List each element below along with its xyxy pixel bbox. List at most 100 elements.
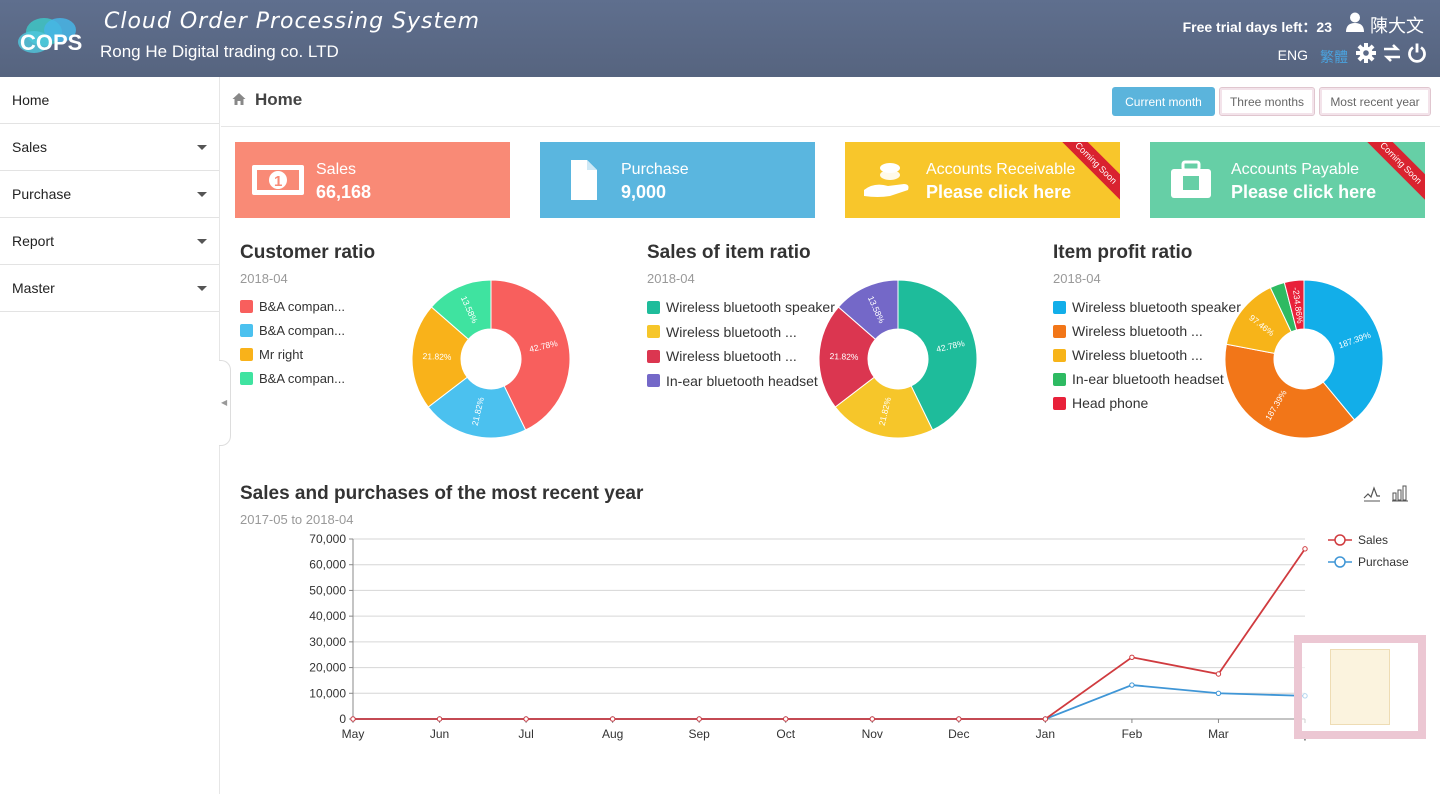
range-three-months-button[interactable]: Three months bbox=[1219, 87, 1315, 116]
sales-purchases-line-chart[interactable]: 70,000 60,000 50,000 40,000 30,000 20,000 10,0… bbox=[290, 528, 1320, 748]
bar-chart-icon[interactable] bbox=[1391, 484, 1409, 502]
legend-swatch bbox=[1053, 324, 1066, 338]
user-name[interactable]: 陳大文 bbox=[1370, 12, 1424, 38]
briefcase-money-icon bbox=[1171, 160, 1211, 198]
legend-item[interactable]: Head phone bbox=[1053, 395, 1148, 411]
data-point[interactable] bbox=[350, 716, 356, 722]
legend-swatch bbox=[1053, 372, 1066, 386]
sidebar-item-purchase[interactable]: Purchase bbox=[0, 171, 219, 218]
sidebar-item-home[interactable]: Home bbox=[0, 77, 219, 124]
floating-widget[interactable] bbox=[1294, 635, 1426, 739]
data-point[interactable] bbox=[1129, 654, 1135, 660]
range-recent-year-button[interactable]: Most recent year bbox=[1319, 87, 1431, 116]
sidebar-item-sales[interactable]: Sales bbox=[0, 124, 219, 171]
legend-label: Wireless bluetooth ... bbox=[1072, 347, 1203, 363]
legend-label: Mr right bbox=[259, 347, 304, 362]
sales-item-ratio-date: 2018-04 bbox=[647, 271, 695, 286]
card-label: Sales bbox=[316, 161, 357, 178]
card-label: Purchase bbox=[621, 161, 689, 178]
power-icon[interactable] bbox=[1407, 43, 1427, 63]
lang-tw-link[interactable]: 繁體 bbox=[1320, 47, 1348, 67]
card-label: Accounts Payable bbox=[1231, 161, 1360, 178]
widget-thumbnail bbox=[1330, 649, 1390, 725]
data-point[interactable] bbox=[1042, 716, 1049, 722]
legend-item[interactable]: B&A compan... bbox=[240, 371, 345, 386]
data-point[interactable] bbox=[869, 716, 875, 722]
pie-slice-label: 21.82% bbox=[829, 351, 859, 362]
legend-label: Head phone bbox=[1072, 395, 1149, 411]
cops-logo[interactable]: COPS bbox=[14, 12, 94, 60]
legend-swatch bbox=[240, 372, 253, 385]
coins-hand-icon bbox=[864, 163, 909, 197]
app-title: Cloud Order Processing System bbox=[104, 9, 481, 34]
lang-eng-link[interactable]: ENG bbox=[1278, 47, 1308, 63]
accounts-receivable-card[interactable]: Accounts Receivable Please click here Co… bbox=[845, 142, 1120, 218]
legend-label: In-ear bluetooth headset bbox=[1072, 371, 1224, 387]
y-tick-label: 60,000 bbox=[309, 558, 346, 572]
x-tick-label: Mar bbox=[1208, 727, 1229, 741]
legend-label: B&A compan... bbox=[259, 323, 345, 338]
y-tick-label: 10,000 bbox=[309, 686, 346, 700]
legend-item[interactable]: Wireless bluetooth ... bbox=[647, 348, 797, 364]
legend-swatch bbox=[647, 374, 660, 387]
trial-days-text: Free trial days left：23 bbox=[1182, 19, 1332, 35]
data-point[interactable] bbox=[1215, 671, 1222, 677]
legend-swatch bbox=[1053, 396, 1066, 410]
item-profit-ratio-pie[interactable]: 187.39%187.39%97.46%-234.86% bbox=[1224, 279, 1384, 439]
x-tick-label: Sep bbox=[689, 727, 711, 741]
switch-icon[interactable] bbox=[1382, 43, 1402, 63]
card-value: Please click here bbox=[1231, 182, 1377, 202]
y-tick-label: 50,000 bbox=[309, 583, 346, 597]
legend-sales[interactable]: Sales bbox=[1328, 533, 1388, 547]
x-tick-label: Jan bbox=[1036, 727, 1055, 741]
legend-purchase[interactable]: Purchase bbox=[1328, 555, 1409, 569]
app-header: COPS Cloud Order Processing System Rong … bbox=[0, 0, 1440, 77]
legend-item[interactable]: B&A compan... bbox=[240, 323, 345, 338]
purchase-card[interactable]: Purchase 9,000 bbox=[540, 142, 815, 218]
pie-slice-label: 21.82% bbox=[422, 351, 452, 362]
accounts-payable-card[interactable]: Accounts Payable Please click here Comin… bbox=[1150, 142, 1425, 218]
home-icon bbox=[232, 93, 246, 105]
legend-item[interactable]: Wireless bluetooth speaker bbox=[647, 299, 835, 315]
range-current-month-button[interactable]: Current month bbox=[1112, 87, 1215, 116]
data-point[interactable] bbox=[436, 716, 443, 722]
sales-item-ratio-pie[interactable]: 42.78%21.82%21.82%13.58% bbox=[818, 279, 978, 439]
sidebar-item-master[interactable]: Master bbox=[0, 265, 219, 312]
customer-ratio-pie[interactable]: 42.78%21.82%21.82%13.58% bbox=[411, 279, 571, 439]
data-point[interactable] bbox=[1302, 546, 1308, 552]
legend-item[interactable]: Mr right bbox=[240, 347, 303, 362]
legend-label: Sales bbox=[1358, 533, 1389, 547]
data-point[interactable] bbox=[1215, 690, 1222, 696]
legend-label: Wireless bluetooth speaker bbox=[666, 299, 835, 315]
data-point[interactable] bbox=[609, 716, 616, 722]
legend-item[interactable]: In-ear bluetooth headset bbox=[1053, 371, 1224, 387]
legend-label: Wireless bluetooth ... bbox=[666, 323, 797, 340]
sales-purchases-date-range: 2017-05 to 2018-04 bbox=[240, 512, 354, 527]
legend-item[interactable]: In-ear bluetooth headset bbox=[647, 373, 818, 389]
sidebar-item-report[interactable]: Report bbox=[0, 218, 219, 265]
legend-swatch bbox=[1053, 300, 1066, 314]
line-chart-icon[interactable] bbox=[1363, 484, 1381, 502]
sidebar-collapse-handle[interactable]: ◀ bbox=[219, 360, 231, 446]
caret-down-icon bbox=[197, 285, 207, 291]
data-point[interactable] bbox=[696, 716, 702, 722]
legend-item[interactable]: B&A compan... bbox=[240, 299, 345, 314]
legend-item[interactable]: Wireless bluetooth speaker bbox=[1053, 299, 1241, 315]
sidebar-item-label: Report bbox=[12, 233, 55, 249]
sidebar-item-label: Sales bbox=[12, 139, 48, 155]
caret-down-icon bbox=[197, 238, 207, 244]
sales-card[interactable]: 1 Sales 66,168 bbox=[235, 142, 510, 218]
user-icon[interactable] bbox=[1346, 12, 1364, 32]
legend-item[interactable]: Wireless bluetooth ... bbox=[1053, 323, 1203, 339]
series-line-purchase[interactable] bbox=[353, 684, 1306, 720]
legend-item[interactable]: Wireless bluetooth ... bbox=[647, 324, 797, 340]
data-point[interactable] bbox=[1129, 682, 1135, 688]
data-point[interactable] bbox=[783, 716, 789, 722]
legend-item[interactable]: Wireless bluetooth ... bbox=[1053, 347, 1203, 363]
item-profit-ratio-date: 2018-04 bbox=[1053, 271, 1101, 286]
data-point[interactable] bbox=[523, 716, 529, 722]
y-tick-label: 20,000 bbox=[309, 661, 346, 675]
gear-icon[interactable] bbox=[1356, 43, 1376, 63]
data-point[interactable] bbox=[956, 716, 962, 722]
y-tick-label: 70,000 bbox=[309, 532, 346, 546]
